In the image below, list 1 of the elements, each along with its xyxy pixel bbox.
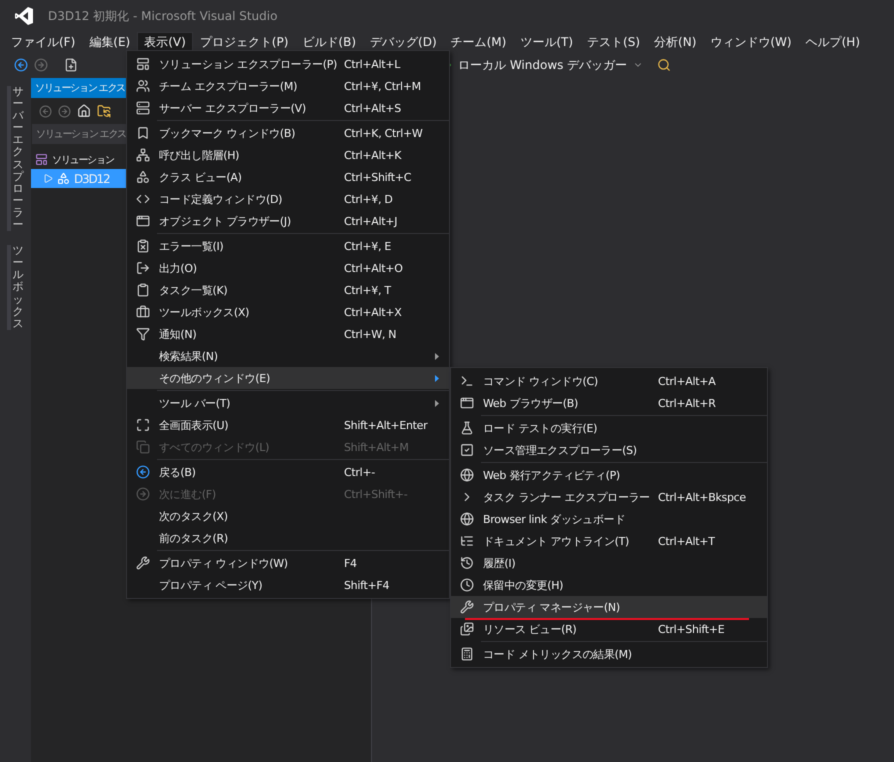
window-title: D3D12 初期化 - Microsoft Visual Studio — [48, 8, 278, 24]
